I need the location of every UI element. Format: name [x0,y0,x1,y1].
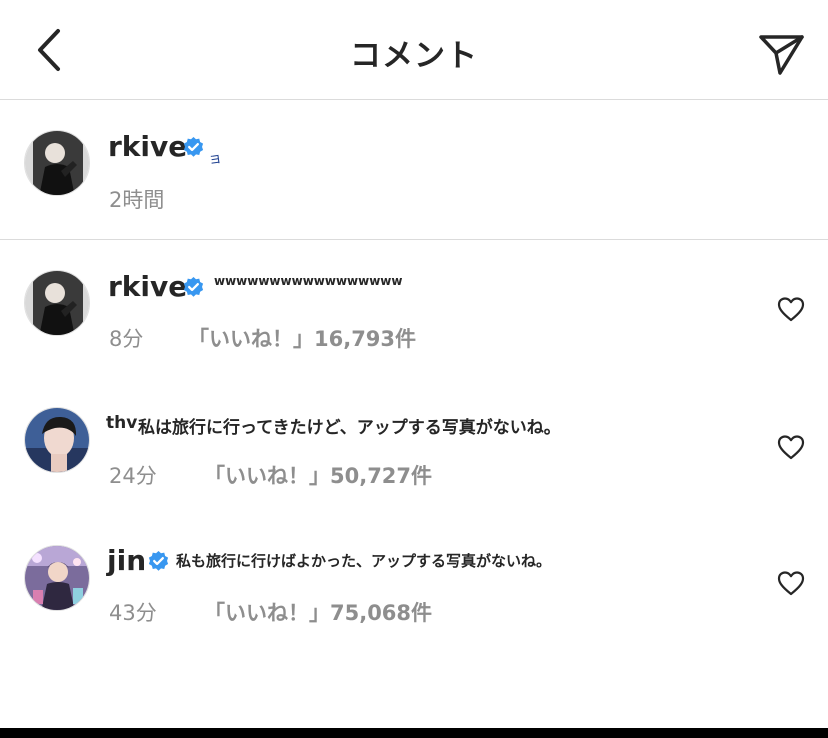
verified-badge-icon [148,550,169,571]
paper-plane-icon [759,35,804,75]
comments-screen: コメント rkive ョ 2時間 rkive wwwwwwwwwwwwwwwww… [0,0,828,738]
page-title: コメント [350,38,478,74]
avatar[interactable] [24,130,90,196]
heart-icon[interactable] [777,570,805,596]
comment-likes-count[interactable]: 「いいね！」75,068件 [204,597,432,627]
comment-text: 私は旅行に行ってきたけど、アップする写真がないね。 [138,418,561,438]
caption-timestamp: 2時間 [109,188,165,212]
comment-username[interactable]: rkive [108,270,187,303]
share-button[interactable] [757,30,805,76]
comment-likes-count[interactable]: 「いいね！」16,793件 [188,323,416,353]
heart-icon[interactable] [777,434,805,460]
comment-text: wwwwwwwwwwwwwwwww [214,274,403,288]
comment-likes-count[interactable]: 「いいね！」50,727件 [204,460,432,490]
avatar[interactable] [24,545,90,611]
comment-text: 私も旅行に行けばよかった、アップする写真がないね。 [176,552,552,570]
comment-username[interactable]: jin [107,544,146,577]
caption-username[interactable]: rkive [108,130,187,163]
heart-icon[interactable] [777,296,805,322]
post-caption: rkive ョ 2時間 [0,100,828,240]
comment-username[interactable]: thv [106,413,137,433]
verified-badge-icon [183,136,204,157]
caption-text: ョ [207,150,224,168]
comment-timestamp: 43分 [109,601,157,625]
bottom-bar [0,728,828,738]
comment-timestamp: 8分 [109,327,144,351]
verified-badge-icon [183,276,204,297]
comment-timestamp: 24分 [109,464,157,488]
avatar[interactable] [24,270,90,336]
header-bar: コメント [0,0,828,100]
avatar[interactable] [24,407,90,473]
